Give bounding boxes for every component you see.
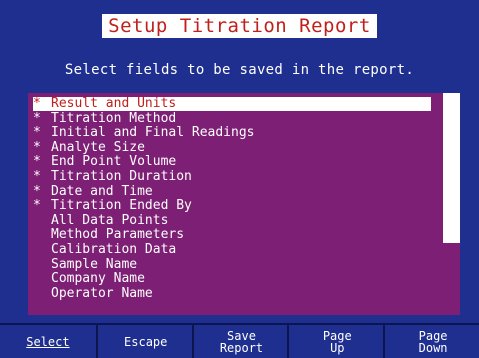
softkey-label: Page — [418, 328, 448, 343]
list-item-label: Titration Ended By — [51, 198, 192, 214]
check-mark-icon: * — [33, 139, 41, 155]
list-item-label: Date and Time — [51, 183, 153, 199]
list-item-label: End Point Volume — [51, 154, 177, 170]
list-item-label: Sample Name — [51, 256, 138, 272]
softkey-label: Page — [322, 328, 352, 343]
list-item[interactable]: * Date and Time — [33, 183, 153, 199]
title-bar: Setup Titration Report — [0, 14, 479, 38]
list-item[interactable]: * Titration Method — [33, 110, 177, 126]
list-item[interactable]: * End Point Volume — [33, 155, 176, 169]
select-button[interactable]: Select — [0, 325, 96, 358]
softkey-label: Select — [26, 334, 70, 349]
list-item-label: Operator Name — [51, 285, 153, 301]
page-title: Setup Titration Report — [102, 14, 377, 38]
check-mark-icon: * — [33, 198, 41, 214]
page-down-button[interactable]: Page Down — [383, 325, 479, 358]
list-item[interactable]: Calibration Data — [33, 243, 176, 257]
softkey-label: Up — [330, 340, 345, 355]
softkey-label: Save — [227, 328, 256, 343]
list-item-label: Titration Duration — [51, 169, 192, 184]
check-mark-icon: * — [33, 169, 41, 184]
list-item[interactable]: * Titration Ended By — [33, 199, 192, 213]
list-item[interactable]: Operator Name — [33, 285, 153, 301]
softkey-label: Report — [219, 340, 264, 355]
list-item[interactable]: Sample Name — [33, 256, 138, 272]
softkey-bar: Select Escape Save Report Page Up Page Down — [0, 323, 479, 358]
list-item[interactable]: * Result and Units — [33, 97, 431, 111]
softkey-label: Escape — [124, 334, 168, 349]
report-fields-list[interactable]: * Result and Units * Titration Method * Initi… — [28, 93, 443, 315]
list-item[interactable]: * Initial and Final Readings — [33, 126, 255, 140]
list-item[interactable]: Method Parameters — [33, 228, 184, 242]
check-mark-icon: * — [33, 183, 41, 199]
list-item[interactable]: * Analyte Size — [33, 139, 145, 155]
list-item-label: Analyte Size — [51, 139, 145, 155]
check-mark-icon: * — [33, 125, 41, 141]
list-item-label: Result and Units — [51, 96, 177, 111]
list-item-label: Calibration Data — [51, 242, 177, 257]
list-item-label: Method Parameters — [51, 227, 185, 243]
list-item-label: Titration Method — [51, 110, 177, 126]
list-item-label: Initial and Final Readings — [51, 125, 255, 141]
page-up-button[interactable]: Page Up — [287, 325, 385, 358]
list-item-label: All Data Points — [51, 212, 169, 228]
check-mark-icon: * — [33, 96, 41, 111]
titration-screen: Setup Titration Report Select fields to … — [0, 0, 479, 358]
list-item[interactable]: All Data Points — [33, 212, 169, 228]
list-item-label: Company Name — [51, 271, 145, 287]
list-item[interactable]: Company Name — [33, 272, 145, 286]
scrollbar-thumb[interactable] — [443, 93, 460, 243]
escape-button[interactable]: Escape — [95, 325, 194, 358]
check-mark-icon: * — [33, 110, 41, 126]
instruction-text: Select fields to be saved in the report. — [64, 62, 415, 78]
check-mark-icon: * — [33, 154, 41, 170]
list-item[interactable]: * Titration Duration — [33, 170, 192, 184]
save-report-button[interactable]: Save Report — [191, 325, 290, 358]
softkey-label: Down — [418, 340, 448, 355]
list-scrollbar[interactable] — [443, 93, 460, 315]
